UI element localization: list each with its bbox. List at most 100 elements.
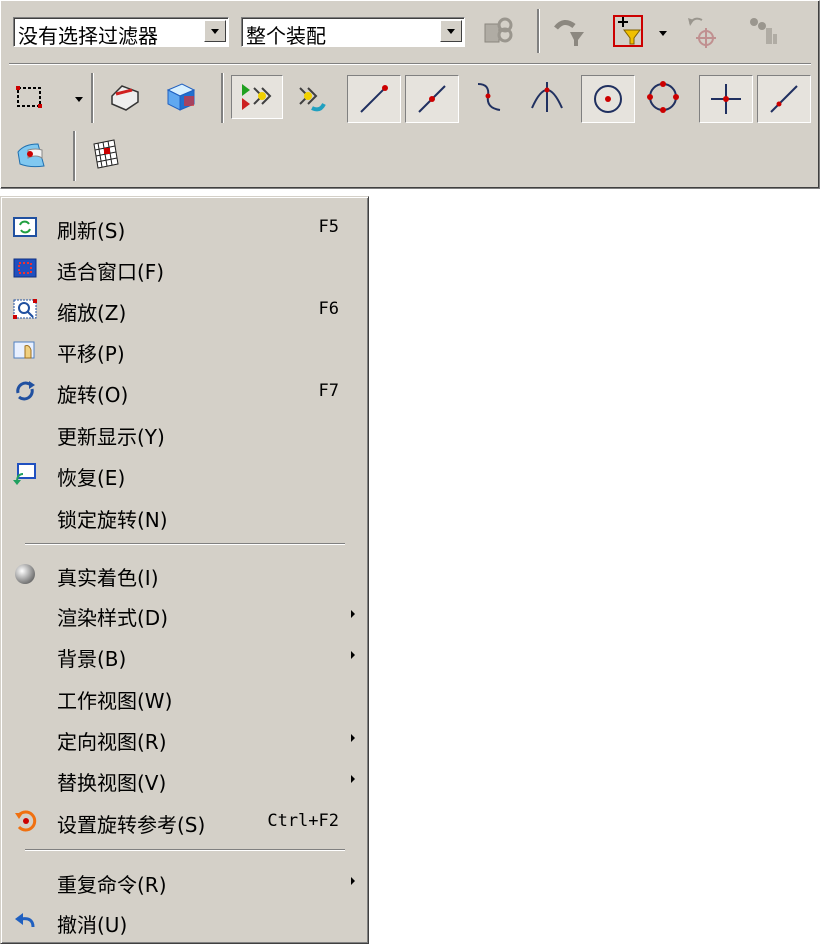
menu-item-lock-rotation[interactable]: 锁定旋转(N): [5, 496, 365, 536]
selection-filter-dropdown[interactable]: 没有选择过滤器: [13, 17, 229, 48]
deselect-button[interactable]: [291, 77, 331, 117]
chevron-down-icon[interactable]: [75, 97, 83, 102]
menu-item-render-style[interactable]: 渲染样式(D): [5, 594, 365, 634]
select-all-icon: [242, 84, 272, 110]
chain-button[interactable]: [743, 11, 783, 51]
menu-item-repeat-command[interactable]: 重复命令(R): [5, 861, 365, 901]
grid-icon: [93, 139, 119, 169]
restore-icon: [13, 463, 36, 485]
menu-item-update-display[interactable]: 更新显示(Y): [5, 413, 365, 453]
render-shade-button[interactable]: [105, 77, 145, 117]
toolbar-row-separator: [9, 63, 811, 65]
line-mid-icon: [418, 85, 446, 113]
menu-item-label: 撤消(U): [57, 913, 128, 937]
menu-item-pan[interactable]: 平移(P): [5, 330, 365, 370]
toolbar-separator: [537, 9, 540, 53]
menu-item-shortcut: Ctrl+F2: [267, 811, 339, 831]
quadrant-button[interactable]: [643, 77, 683, 117]
menu-item-fit-window[interactable]: 适合窗口(F): [5, 248, 365, 288]
rectangle-select-button[interactable]: [11, 77, 51, 117]
menu-separator: [25, 849, 345, 851]
menu-item-label: 工作视图(W): [57, 689, 173, 713]
menu-item-orient-view[interactable]: 定向视图(R): [5, 718, 365, 758]
point-constructor-button[interactable]: [681, 11, 721, 51]
context-menu: 刷新(S) F5 适合窗口(F) 缩放(Z) F6 平移(P) 旋转(O) F7…: [0, 196, 369, 944]
menu-item-shortcut: F7: [318, 381, 339, 401]
toolbar-separator: [73, 131, 76, 181]
menu-item-restore[interactable]: 恢复(E): [5, 454, 365, 494]
menu-item-label: 替换视图(V): [57, 771, 167, 795]
menu-item-work-view[interactable]: 工作视图(W): [5, 677, 365, 717]
select-filter-button[interactable]: [607, 11, 647, 51]
menu-item-true-shading[interactable]: 真实着色(I): [5, 554, 365, 594]
rectangle-select-icon: [16, 86, 42, 108]
menu-item-refresh[interactable]: 刷新(S) F5: [5, 207, 365, 247]
menu-item-replace-view[interactable]: 替换视图(V): [5, 759, 365, 799]
menu-item-label: 重复命令(R): [57, 873, 167, 897]
menu-item-label: 恢复(E): [57, 466, 126, 490]
refresh-icon: [13, 217, 37, 237]
line-end-icon: [360, 85, 388, 113]
true-shading-icon: [15, 564, 35, 584]
curve-button[interactable]: [469, 77, 509, 117]
toolbar-separator: [221, 73, 224, 123]
scope-value: 整个装配: [246, 24, 326, 48]
submenu-arrow-icon: [351, 734, 355, 742]
menu-item-label: 更新显示(Y): [57, 425, 165, 449]
submenu-arrow-icon: [351, 651, 355, 659]
menu-item-zoom[interactable]: 缩放(Z) F6: [5, 289, 365, 329]
rotate-icon: [16, 381, 35, 401]
scope-dropdown[interactable]: 整个装配: [241, 17, 465, 48]
surface-icon: [17, 143, 45, 168]
undo-filter-icon: [554, 20, 584, 46]
menu-item-label: 定向视图(R): [57, 730, 167, 754]
menu-item-label: 平移(P): [57, 342, 125, 366]
point-constructor-icon: [688, 17, 716, 48]
menu-separator: [25, 543, 345, 545]
menu-item-label: 锁定旋转(N): [57, 508, 168, 532]
submenu-arrow-icon: [351, 610, 355, 618]
cube-icon: [166, 83, 196, 111]
menu-item-label: 适合窗口(F): [57, 260, 165, 284]
menu-item-set-rotation-reference[interactable]: 设置旋转参考(S) Ctrl+F2: [5, 801, 365, 841]
submenu-arrow-icon: [351, 877, 355, 885]
menu-item-label: 缩放(Z): [57, 301, 127, 325]
chevron-down-icon[interactable]: [440, 20, 462, 42]
selection-filter-value: 没有选择过滤器: [18, 24, 158, 48]
deselect-icon: [299, 87, 326, 112]
zoom-icon: [13, 299, 37, 319]
render-shade-icon: [111, 85, 139, 111]
arc-center-icon: [594, 85, 622, 113]
undo-icon: [15, 913, 35, 928]
chevron-down-icon[interactable]: [659, 31, 667, 36]
menu-item-shortcut: F6: [318, 299, 339, 319]
line-end-button[interactable]: [347, 75, 401, 123]
select-all-button[interactable]: [231, 75, 283, 119]
grid-button[interactable]: [85, 135, 125, 175]
pan-icon: [13, 341, 35, 359]
fit-window-icon: [13, 258, 37, 278]
surface-button[interactable]: [11, 135, 51, 175]
intersection-icon: [531, 82, 563, 112]
arc-center-button[interactable]: [581, 75, 635, 123]
undo-filter-button[interactable]: [549, 11, 589, 51]
menu-item-label: 设置旋转参考(S): [57, 813, 206, 837]
point-on-curve-icon: [770, 85, 798, 113]
intersection-button[interactable]: [527, 77, 567, 117]
menu-item-label: 背景(B): [57, 647, 127, 671]
menu-item-rotate[interactable]: 旋转(O) F7: [5, 371, 365, 411]
line-mid-button[interactable]: [405, 75, 459, 123]
assembly-constraint-icon: [484, 17, 513, 43]
point-on-curve-button[interactable]: [757, 75, 811, 123]
curve-icon: [477, 83, 501, 111]
rotate-reference-icon: [15, 810, 37, 832]
cross-point-button[interactable]: [699, 75, 753, 123]
menu-item-label: 刷新(S): [57, 219, 126, 243]
cube-button[interactable]: [161, 77, 201, 117]
chevron-down-icon[interactable]: [204, 20, 226, 42]
quadrant-icon: [647, 81, 679, 113]
menu-item-label: 真实着色(I): [57, 566, 159, 590]
menu-item-undo[interactable]: 撤消(U): [5, 901, 365, 941]
menu-item-background[interactable]: 背景(B): [5, 635, 365, 675]
assembly-constraint-button[interactable]: [479, 11, 519, 51]
